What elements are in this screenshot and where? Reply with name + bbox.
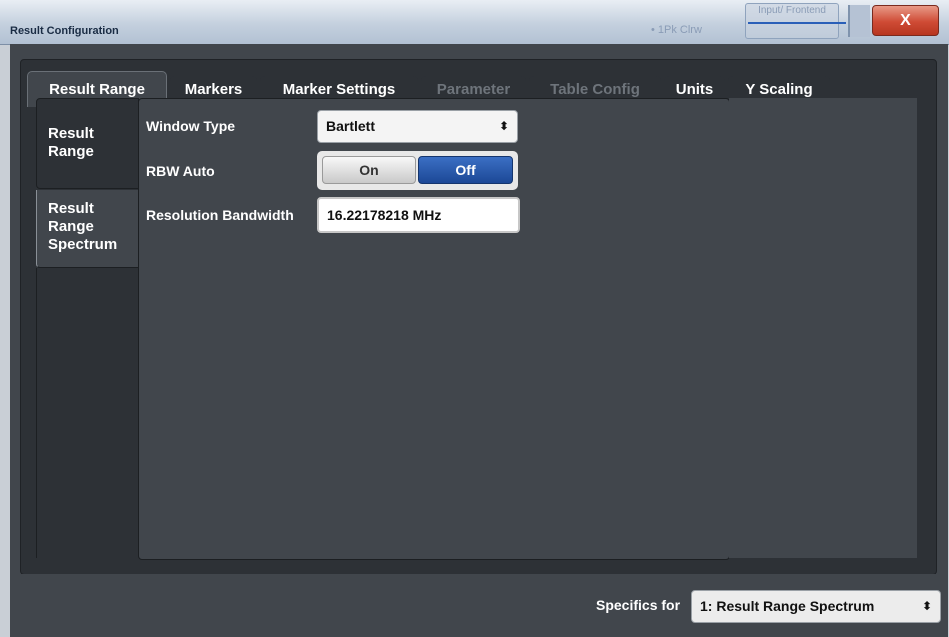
select-arrows-icon: ⬍ <box>498 119 509 133</box>
specifics-for-label: Specifics for <box>596 597 681 613</box>
specifics-for-select[interactable]: 1: Result Range Spectrum ⬍ <box>691 590 941 623</box>
background-panel-edge <box>848 5 870 37</box>
empty-area <box>729 98 917 558</box>
background-input-button: Input/ Frontend <box>745 3 839 39</box>
rbw-auto-off-button[interactable]: Off <box>418 156 513 184</box>
window-type-label: Window Type <box>146 118 236 134</box>
resolution-bandwidth-field[interactable]: 16.22178218 MHz <box>317 197 520 233</box>
background-trace-info: • 1Pk Clrw <box>651 24 702 36</box>
rbw-auto-toggle: On Off <box>317 151 518 190</box>
side-tab-result-range-spectrum[interactable]: Result Range Spectrum <box>36 190 139 268</box>
window-type-value: Bartlett <box>326 118 376 134</box>
side-tab-divider <box>36 268 140 558</box>
window-type-select[interactable]: Bartlett ⬍ <box>317 110 518 143</box>
rbw-auto-label: RBW Auto <box>146 163 215 179</box>
select-arrows-icon: ⬍ <box>921 599 932 613</box>
rbw-auto-on-button[interactable]: On <box>322 156 416 184</box>
background-accent-line <box>748 22 846 24</box>
title-bar: Result Configuration • 1Pk Clrw Input/ F… <box>0 0 949 45</box>
side-tab-result-range[interactable]: Result Range <box>36 98 139 189</box>
specifics-for-value: 1: Result Range Spectrum <box>700 598 875 614</box>
dialog-title: Result Configuration <box>10 25 119 37</box>
close-button[interactable]: X <box>872 5 939 36</box>
resolution-bandwidth-label: Resolution Bandwidth <box>146 207 294 223</box>
